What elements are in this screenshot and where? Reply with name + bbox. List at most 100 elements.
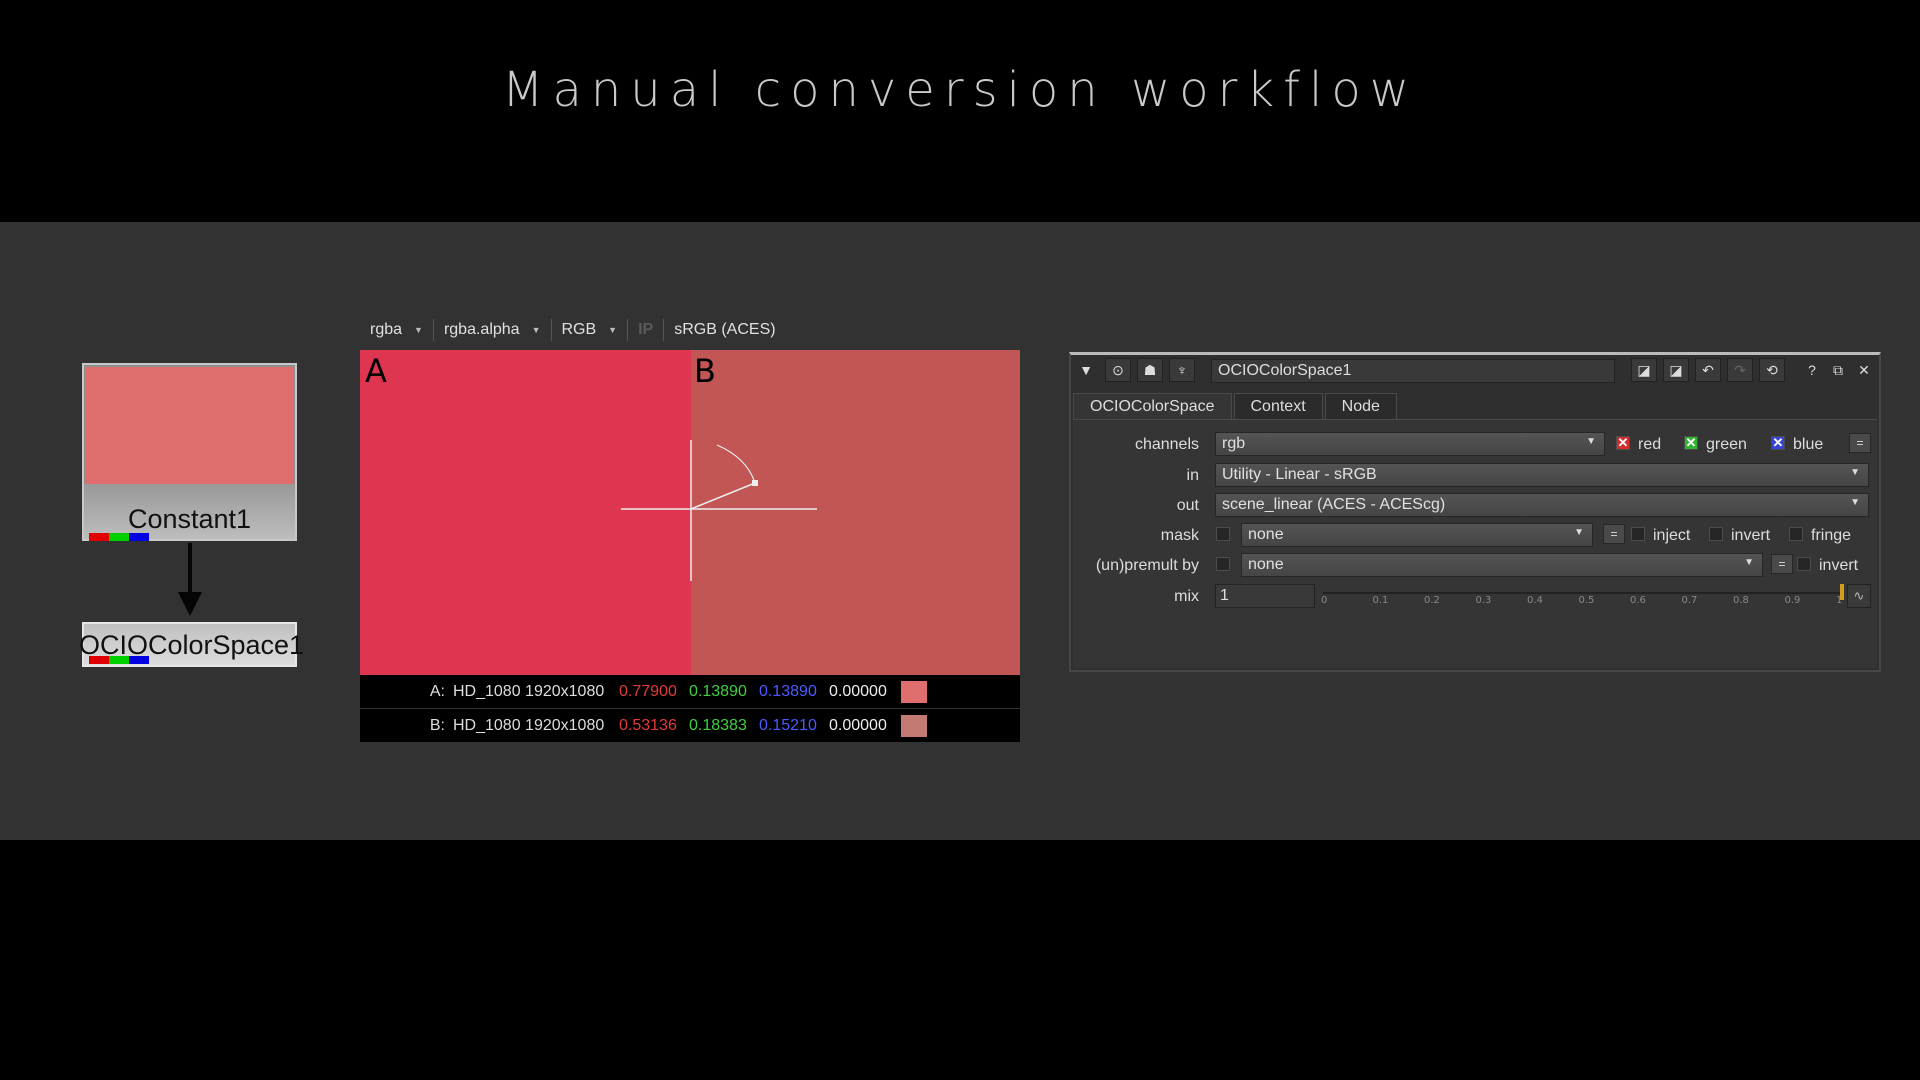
info-a-label: A: [429,682,445,700]
camera-icon[interactable]: ☗ [1137,358,1163,382]
tab-node[interactable]: Node [1324,393,1397,419]
tab-ociocolorspace[interactable]: OCIOColorSpace [1073,393,1232,419]
undo-icon[interactable]: ↶ [1695,358,1721,382]
float-icon[interactable]: ⧉ [1825,358,1851,382]
out-label: out [1176,497,1199,514]
channels-dropdown[interactable]: rgba ▼ [360,319,434,341]
node-connection-arrow-icon [178,592,202,616]
mix-slider-tick: 0.6 [1630,595,1646,606]
node-name-field[interactable]: OCIOColorSpace1 [1211,359,1615,383]
chevron-down-icon: ▼ [1744,557,1754,568]
mix-input[interactable]: 1 [1215,584,1315,608]
constant-node[interactable]: Constant1 [82,363,297,541]
redo-icon[interactable]: ↷ [1727,358,1753,382]
premult-enable-checkbox[interactable] [1216,557,1230,571]
channels-value: rgba [370,321,403,338]
mask-invert-label: invert [1731,527,1771,544]
wrench-icon[interactable]: ♆ [1169,358,1195,382]
info-a-swatch [901,680,927,703]
constant-node-thumbnail [86,367,293,484]
info-b-label: B: [429,716,445,734]
pixel-info-b: B: HD_1080 1920x1080 0.53136 0.18383 0.1… [360,709,1020,742]
info-a-format: HD_1080 1920x1080 [453,682,605,700]
inject-label: inject [1653,527,1691,544]
inject-checkbox[interactable] [1631,527,1645,541]
mix-slider-tick: 0.9 [1784,595,1801,606]
viewer-lut-dropdown[interactable]: sRGB (ACES) [664,319,785,341]
mix-slider-tick: 0.4 [1527,595,1543,606]
mask-link-button[interactable]: = [1603,524,1625,544]
fringe-label: fringe [1811,527,1852,544]
mask-invert-checkbox[interactable] [1709,527,1723,541]
tab-content: channels rgb ▼ ✕ red ✕ green ✕ blue = in… [1073,419,1877,668]
viewer-icon[interactable]: ⊙ [1105,358,1131,382]
panel-header: ▼ ⊙ ☗ ♆ OCIOColorSpace1 ◪ ◪ ↶ ↷ ⟲ ? ⧉ ✕ [1071,355,1879,385]
chevron-down-icon: ▼ [1850,467,1860,478]
chevron-down-icon: ▼ [608,325,618,335]
collapse-icon[interactable]: ▼ [1073,358,1099,382]
channels-select[interactable]: rgb ▼ [1215,432,1605,456]
in-colorspace-value: Utility - Linear - sRGB [1222,466,1377,483]
blue-label: blue [1793,436,1824,453]
premult-invert-checkbox[interactable] [1797,557,1811,571]
fringe-checkbox[interactable] [1789,527,1803,541]
viewer-canvas[interactable]: A B [360,350,1020,675]
mix-slider[interactable] [1323,592,1843,594]
alpha-channel-value: rgba.alpha [443,321,520,338]
info-a-green: 0.13890 [689,682,747,700]
revert-icon[interactable]: ⟲ [1759,358,1785,382]
info-a-red: 0.77900 [619,682,677,700]
animation-curve-icon[interactable]: ∿ [1847,584,1871,608]
pixel-info-a: A: HD_1080 1920x1080 0.77900 0.13890 0.1… [360,675,1020,708]
display-style-value: RGB [561,321,597,338]
info-b-swatch [901,714,927,737]
close-icon[interactable]: ✕ [1851,358,1877,382]
mask-select[interactable]: none ▼ [1241,523,1593,547]
premult-select-value: none [1248,556,1284,573]
red-checkbox[interactable]: ✕ [1616,436,1630,450]
slide-title: Manual conversion workflow [502,62,1418,118]
blue-checkbox[interactable]: ✕ [1771,436,1785,450]
mask-enable-checkbox[interactable] [1216,527,1230,541]
mask-label: mask [1160,527,1199,544]
tab-context[interactable]: Context [1233,393,1323,419]
info-b-format: HD_1080 1920x1080 [453,716,605,734]
premult-link-button[interactable]: = [1771,554,1793,574]
mask-row: mask none ▼ = inject invert fringe [1073,523,1877,547]
viewer-lut-value: sRGB (ACES) [674,321,776,338]
channels-link-button[interactable]: = [1849,433,1871,453]
out-row: out scene_linear (ACES - ACEScg) ▼ [1073,493,1877,517]
premult-label: (un)premult by [1095,557,1199,574]
wipe-rotation-handle [690,482,756,510]
input-process-toggle[interactable]: IP [628,319,665,341]
panel-tabs: OCIOColorSpace Context Node [1073,393,1399,419]
channel-indicator [89,656,149,664]
channels-label: channels [1134,436,1199,453]
premult-select[interactable]: none ▼ [1241,553,1763,577]
channels-select-value: rgb [1222,435,1246,452]
mix-slider-tick: 0.5 [1578,595,1595,606]
display-style-dropdown[interactable]: RGB ▼ [552,319,629,341]
ocio-colorspace-node[interactable]: OCIOColorSpace1 [79,622,304,667]
chevron-down-icon: ▼ [1586,436,1596,447]
mix-label: mix [1174,588,1199,605]
node-connection-edge [188,543,192,595]
node-color-icon[interactable]: ◪ [1631,358,1657,382]
out-colorspace-value: scene_linear (ACES - ACEScg) [1222,496,1446,513]
in-row: in Utility - Linear - sRGB ▼ [1073,463,1877,487]
red-label: red [1638,436,1662,453]
mix-slider-tick: 0.8 [1733,595,1749,606]
wipe-handle[interactable] [360,350,1020,675]
mix-slider-handle[interactable] [1840,584,1844,600]
chevron-down-icon: ▼ [531,325,541,335]
out-colorspace-select[interactable]: scene_linear (ACES - ACEScg) ▼ [1215,493,1869,517]
help-icon[interactable]: ? [1799,358,1825,382]
green-checkbox[interactable]: ✕ [1684,436,1698,450]
node-color-icon-2[interactable]: ◪ [1663,358,1689,382]
properties-panel: ▼ ⊙ ☗ ♆ OCIOColorSpace1 ◪ ◪ ↶ ↷ ⟲ ? ⧉ ✕ … [1069,352,1881,672]
alpha-channel-dropdown[interactable]: rgba.alpha ▼ [434,319,552,341]
chevron-down-icon: ▼ [414,325,423,335]
in-colorspace-select[interactable]: Utility - Linear - sRGB ▼ [1215,463,1869,487]
in-label: in [1186,467,1199,484]
info-b-blue: 0.15210 [759,716,817,734]
